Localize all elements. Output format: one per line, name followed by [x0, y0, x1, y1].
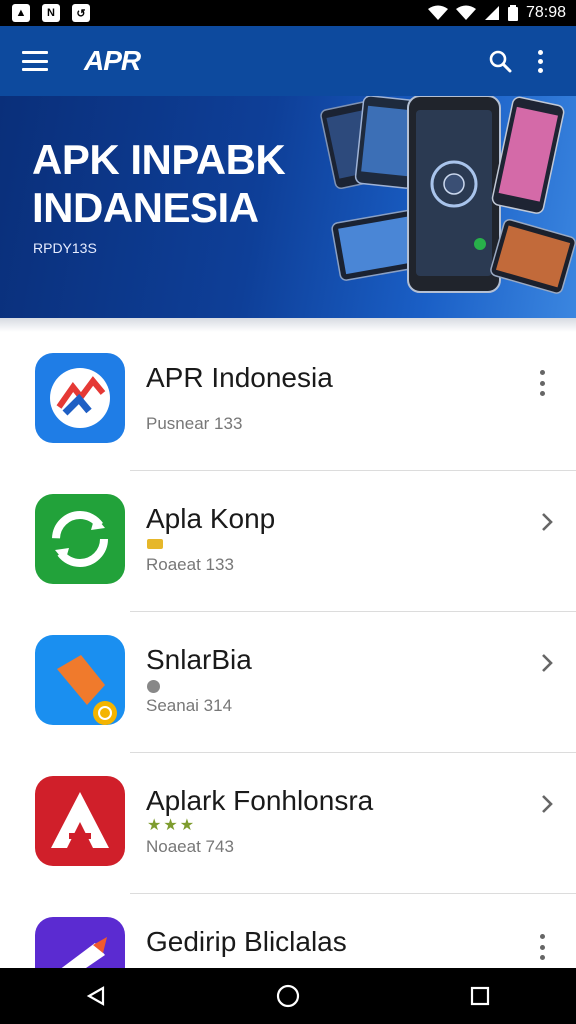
app-meta: Seanai 314: [146, 696, 233, 715]
menu-icon[interactable]: [22, 51, 48, 71]
list-item[interactable]: SnlarBia Seanai 314: [0, 612, 576, 753]
recents-icon[interactable]: [450, 968, 510, 1024]
app-list: APR Indonesia Pusnear 133 Apla Konp Roae…: [0, 330, 576, 970]
more-options-icon[interactable]: [520, 41, 560, 81]
chevron-right-icon[interactable]: [540, 793, 554, 815]
apr-indonesia-app-icon: [35, 353, 125, 443]
app-notification-icon: N: [42, 4, 60, 22]
app-logo: APR: [84, 45, 141, 76]
battery-icon: [507, 5, 518, 21]
image-notification-icon: ▲: [12, 4, 30, 22]
chevron-right-icon[interactable]: [540, 652, 554, 674]
search-icon[interactable]: [480, 41, 520, 81]
sync-notification-icon: ↺: [72, 4, 90, 22]
more-options-icon[interactable]: [532, 370, 552, 396]
list-item[interactable]: Apla Konp Roaeat 133: [0, 471, 576, 612]
apla-konp-app-icon: [35, 494, 125, 584]
list-item[interactable]: Gedirip Bliclalas: [0, 894, 576, 970]
wifi-icon: [427, 5, 448, 20]
app-name: SnlarBia: [146, 644, 252, 675]
app-name: APR Indonesia: [146, 362, 333, 393]
app-name: Gedirip Bliclalas: [146, 926, 347, 957]
rating-stars: ★★★: [147, 817, 197, 834]
navigation-bar: [0, 968, 576, 1024]
app-bar: APR: [0, 26, 576, 96]
app-badge: [147, 539, 163, 549]
app-name: Aplark Fonhlonsra: [146, 785, 374, 816]
aplark-app-icon: [35, 776, 125, 866]
banner-title-line2: INDANESIA: [32, 184, 259, 231]
app-badge: [147, 680, 160, 693]
promo-banner[interactable]: APK INPABK INDANESIA RPDY13S: [0, 96, 576, 318]
list-item[interactable]: APR Indonesia Pusnear 133: [0, 330, 576, 471]
smartphones-illustration: [320, 96, 576, 294]
banner-subtitle: RPDY13S: [33, 240, 97, 256]
snlarbia-app-icon: [35, 635, 125, 725]
signal-icon: [484, 6, 499, 20]
app-meta: Roaeat 133: [146, 555, 234, 574]
chevron-right-icon[interactable]: [540, 511, 554, 533]
gedirip-app-icon: [35, 917, 125, 970]
banner-title: APK INPABK INDANESIA: [32, 136, 286, 232]
more-options-icon[interactable]: [532, 934, 552, 960]
list-item[interactable]: Aplark Fonhlonsra ★★★ Noaeat 743: [0, 753, 576, 894]
status-time: 78:98: [525, 4, 566, 21]
home-icon[interactable]: [258, 968, 318, 1024]
app-name: Apla Konp: [146, 503, 276, 534]
status-bar: ▲ N ↺ 78:98: [0, 0, 576, 26]
app-meta: Noaeat 743: [146, 837, 234, 856]
banner-title-line1: APK INPABK: [32, 136, 286, 183]
back-icon[interactable]: [66, 968, 126, 1024]
wifi-icon-2: [455, 5, 476, 20]
app-meta: Pusnear 133: [146, 414, 243, 433]
